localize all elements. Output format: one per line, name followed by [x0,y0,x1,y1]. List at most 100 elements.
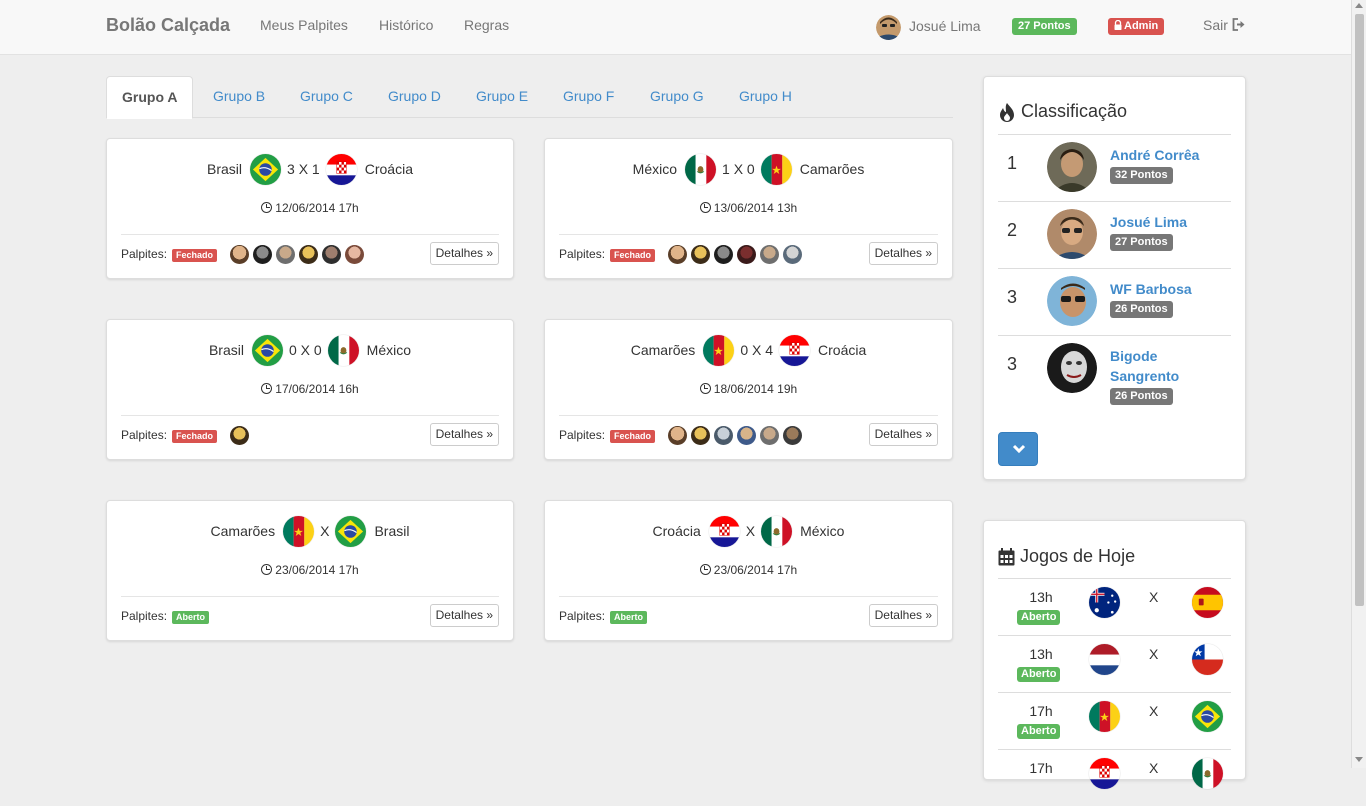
avatar[interactable] [253,245,272,264]
mexico-flag-icon [761,516,792,547]
tab-grupo-c[interactable]: Grupo C [285,76,368,118]
details-button[interactable]: Detalhes » [429,242,499,265]
palpites-label: Palpites: [121,428,168,442]
match-line: Brasil 0 X 0 México [107,334,513,366]
tab-grupo-a[interactable]: Grupo A [106,76,194,119]
match-line: Croácia X México [545,515,952,547]
away-team: México [366,342,412,358]
avatar[interactable] [322,245,341,264]
expand-ranking-button[interactable] [998,432,1038,466]
guess-avatars [230,426,253,445]
top-navbar: Bolão Calçada Meus Palpites Histórico Re… [0,0,1351,55]
avatar[interactable] [230,245,249,264]
avatar[interactable] [1047,209,1097,259]
australia-flag-icon [1089,587,1120,618]
mexico-flag-icon [1192,758,1223,789]
details-button[interactable]: Detalhes » [429,604,499,627]
cameroon-flag-icon [1089,701,1120,732]
nav-link-historico[interactable]: Histórico [379,17,433,33]
match-line: Brasil 3 X 1 Croácia [107,153,513,185]
page-scrollbar[interactable] [1351,0,1366,768]
tab-grupo-h[interactable]: Grupo H [724,76,807,118]
avatar[interactable] [760,426,779,445]
details-button[interactable]: Detalhes » [429,423,499,446]
card-divider [559,234,938,235]
avatar[interactable] [230,426,249,445]
today-games-panel: Jogos de Hoje 13h Aberto X 13h Aberto X … [983,520,1246,780]
details-button[interactable]: Detalhes » [868,604,938,627]
details-button[interactable]: Detalhes » [868,242,938,265]
avatar[interactable] [691,245,710,264]
tab-grupo-f[interactable]: Grupo F [548,76,629,118]
logout-link[interactable]: Sair [1203,17,1246,33]
today-games-title: Jogos de Hoje [998,546,1135,567]
avatar[interactable] [276,245,295,264]
avatar[interactable] [668,245,687,264]
avatar[interactable] [737,245,756,264]
avatar[interactable] [345,245,364,264]
fire-icon [1000,102,1014,122]
ranking-user-link[interactable]: Bigode Sangrento [1110,346,1220,386]
avatar[interactable] [1047,343,1097,393]
ranking-row: 2 Josué Lima 27 Pontos [998,201,1231,268]
scroll-thumb[interactable] [1355,14,1364,606]
nav-link-regras[interactable]: Regras [464,17,509,33]
scroll-up-arrow-icon[interactable] [1355,3,1363,8]
lock-icon [1114,19,1122,30]
brand-link[interactable]: Bolão Calçada [106,15,230,36]
avatar[interactable] [783,426,802,445]
avatar[interactable] [783,245,802,264]
clock-icon [261,564,273,575]
rank-position: 3 [1007,287,1018,307]
avatar[interactable] [714,426,733,445]
match-line: Camarões X Brasil [107,515,513,547]
card-footer: Palpites: Fechado Detalhes » [559,423,938,447]
ranking-user-link[interactable]: WF Barbosa [1110,279,1220,299]
match-date-text: 13/06/2014 13h [713,201,798,215]
ranking-user-link[interactable]: André Corrêa [1110,145,1220,165]
card-footer: Palpites: Fechado Detalhes » [121,242,499,266]
avatar[interactable] [714,245,733,264]
ranking-user-link[interactable]: Josué Lima [1110,212,1220,232]
avatar[interactable] [760,245,779,264]
scroll-down-arrow-icon[interactable] [1355,757,1363,762]
details-button[interactable]: Detalhes » [868,423,938,446]
game-time: 17h [1029,703,1053,719]
chevron-down-icon [1012,444,1026,454]
cameroon-flag-icon [703,335,734,366]
match-score: X [745,523,756,539]
match-card: Brasil 0 X 0 México 17/06/2014 16h Palpi… [106,319,514,460]
home-team: Croácia [652,523,701,539]
tab-grupo-d[interactable]: Grupo D [373,76,456,118]
match-score: X [320,523,330,539]
guess-avatars [230,245,368,264]
match-date-text: 23/06/2014 17h [713,563,798,577]
user-avatar[interactable] [876,15,901,40]
palpites-label: Palpites: [559,247,606,261]
nav-link-meus-palpites[interactable]: Meus Palpites [260,17,348,33]
admin-link[interactable]: Admin [1108,18,1165,35]
tab-grupo-g[interactable]: Grupo G [635,76,719,118]
ranking-panel: Classificação 1 André Corrêa 32 Pontos 2… [983,76,1246,480]
tab-grupo-e[interactable]: Grupo E [461,76,543,118]
avatar[interactable] [299,245,318,264]
home-team: Camarões [630,342,696,358]
brazil-flag-icon [252,335,283,366]
avatar[interactable] [691,426,710,445]
spain-flag-icon [1192,587,1223,618]
tab-grupo-b[interactable]: Grupo B [198,76,280,118]
clock-icon [699,564,711,575]
match-date: 17/06/2014 16h [107,382,513,396]
match-line: Camarões 0 X 4 Croácia [545,334,952,366]
home-team: México [632,161,678,177]
avatar[interactable] [1047,142,1097,192]
calendar-icon [998,547,1015,565]
avatar[interactable] [737,426,756,445]
avatar[interactable] [668,426,687,445]
home-team: Brasil [207,161,243,177]
rank-position: 2 [1007,220,1018,240]
today-game-row: 13h Aberto X [998,578,1231,635]
logout-label: Sair [1203,17,1228,33]
avatar[interactable] [1047,276,1097,326]
user-name-link[interactable]: Josué Lima [909,18,981,34]
